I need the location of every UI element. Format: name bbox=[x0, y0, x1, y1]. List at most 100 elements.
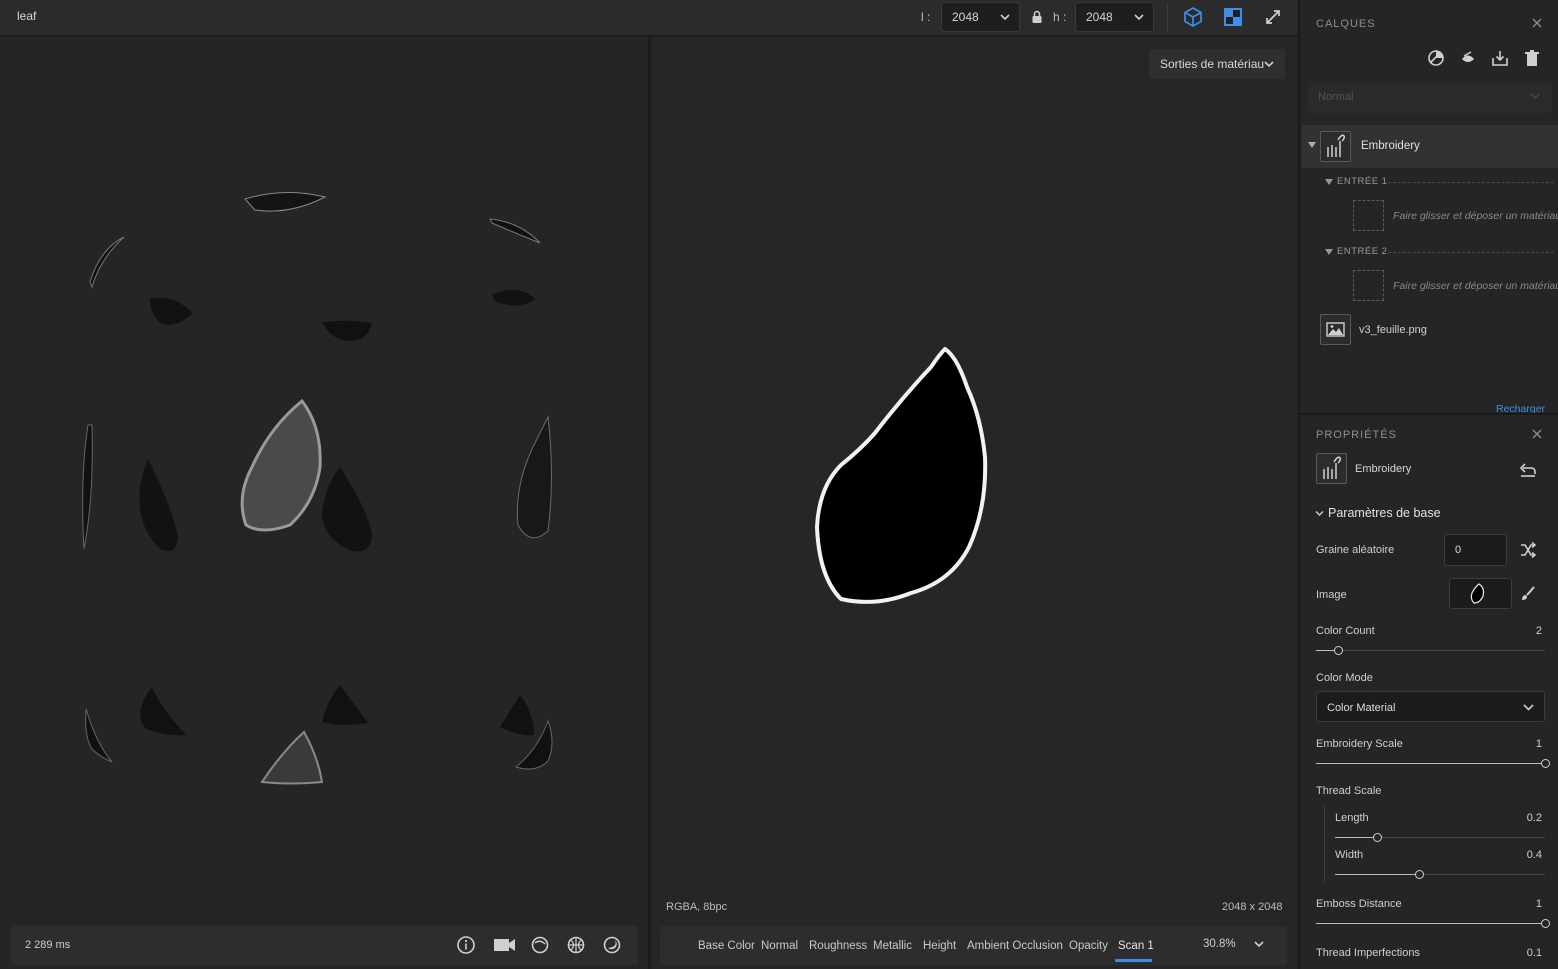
filter-name: Embroidery bbox=[1355, 463, 1412, 475]
image-picker[interactable] bbox=[1449, 578, 1512, 609]
3d-viewport-toolbar: 2 289 ms bbox=[11, 926, 638, 965]
close-icon[interactable] bbox=[1532, 18, 1542, 28]
chevron-down-icon bbox=[1264, 61, 1274, 68]
input-1-dropzone[interactable] bbox=[1353, 200, 1384, 231]
chevron-down-icon bbox=[1523, 704, 1534, 711]
collapse-triangle-icon[interactable] bbox=[1325, 249, 1333, 255]
layer-name: Embroidery bbox=[1361, 140, 1420, 152]
image-resolution: 2048 x 2048 bbox=[1222, 901, 1283, 913]
thread-scale-label: Thread Scale bbox=[1316, 785, 1382, 797]
side-panel: CALQUES Normal Embroidery ENTRÉE 1 Faire… bbox=[1298, 0, 1558, 969]
zoom-level[interactable]: 30.8% bbox=[1203, 938, 1236, 950]
globe-icon[interactable] bbox=[566, 935, 586, 955]
embroidery-scale-label: Embroidery Scale bbox=[1316, 738, 1403, 750]
environment-icon[interactable] bbox=[530, 935, 550, 955]
blend-mode-select[interactable]: Normal bbox=[1308, 81, 1552, 113]
height-select[interactable]: 2048 bbox=[1075, 2, 1154, 32]
image-format: RGBA, 8bpc bbox=[666, 901, 728, 913]
3d-render bbox=[82, 192, 553, 785]
thread-width-label: Width bbox=[1335, 849, 1364, 861]
2d-view-button[interactable] bbox=[1221, 5, 1245, 29]
chevron-down-icon bbox=[1000, 14, 1010, 21]
layers-panel-title: CALQUES bbox=[1316, 18, 1376, 30]
input-1-label: ENTRÉE 1 bbox=[1337, 176, 1388, 187]
color-count-slider[interactable] bbox=[1316, 650, 1545, 651]
chevron-down-icon[interactable] bbox=[1253, 938, 1265, 950]
height-label: h : bbox=[1053, 10, 1067, 24]
active-channel-indicator bbox=[1115, 959, 1152, 962]
thread-length-knob[interactable] bbox=[1372, 833, 1382, 842]
color-mode-select[interactable]: Color Material bbox=[1316, 691, 1545, 722]
color-mode-value: Color Material bbox=[1327, 702, 1396, 714]
document-title: leaf bbox=[17, 9, 37, 23]
mask-icon[interactable] bbox=[1427, 49, 1445, 67]
2d-viewport[interactable] bbox=[651, 37, 1298, 969]
3d-view-button[interactable] bbox=[1181, 5, 1205, 29]
width-label: l : bbox=[921, 10, 931, 24]
section-title[interactable]: Paramètres de base bbox=[1328, 506, 1441, 520]
image-layer-thumbnail[interactable] bbox=[1320, 314, 1351, 345]
panel-divider[interactable] bbox=[1300, 413, 1558, 415]
color-count-label: Color Count bbox=[1316, 625, 1375, 637]
random-seed-value: 0 bbox=[1455, 544, 1462, 556]
image-layer-name[interactable]: v3_feuille.png bbox=[1359, 324, 1427, 336]
fullscreen-button[interactable] bbox=[1261, 5, 1285, 29]
properties-panel-title: PROPRIÉTÉS bbox=[1316, 429, 1397, 441]
channel-normal[interactable]: Normal bbox=[761, 940, 798, 952]
chevron-down-icon bbox=[1530, 93, 1540, 99]
blend-mode-value: Normal bbox=[1318, 91, 1354, 103]
close-icon[interactable] bbox=[1532, 429, 1542, 439]
export-icon[interactable] bbox=[1491, 49, 1509, 67]
checker-icon bbox=[1224, 8, 1242, 26]
channel-base-color[interactable]: Base Color bbox=[698, 940, 755, 952]
emboss-distance-value: 1 bbox=[1535, 898, 1542, 910]
material-outputs-label: Sorties de matériau bbox=[1160, 57, 1265, 71]
color-count-value: 2 bbox=[1535, 625, 1542, 637]
channel-height[interactable]: Height bbox=[923, 940, 956, 952]
input-1-placeholder: Faire glisser et déposer un matériau bbox=[1393, 210, 1558, 222]
input-2-label: ENTRÉE 2 bbox=[1337, 246, 1388, 257]
toolbar-divider bbox=[1167, 4, 1168, 32]
embroidery-scale-value: 1 bbox=[1535, 738, 1542, 750]
thread-width-knob[interactable] bbox=[1414, 870, 1424, 879]
lock-icon[interactable] bbox=[1031, 10, 1043, 24]
reset-icon[interactable] bbox=[1519, 462, 1537, 478]
color-count-knob[interactable] bbox=[1334, 646, 1344, 655]
channel-ambient-occlusion[interactable]: Ambient Occlusion bbox=[967, 940, 1063, 952]
cube-icon bbox=[1184, 7, 1202, 27]
shuffle-icon[interactable] bbox=[1519, 542, 1537, 558]
random-seed-input[interactable]: 0 bbox=[1444, 534, 1507, 566]
channel-opacity[interactable]: Opacity bbox=[1069, 940, 1108, 952]
brush-icon[interactable] bbox=[1520, 585, 1536, 601]
divider bbox=[1388, 252, 1554, 253]
2d-viewport-toolbar: Base Color Normal Roughness Metallic Hei… bbox=[660, 926, 1287, 965]
channel-metallic[interactable]: Metallic bbox=[873, 940, 912, 952]
sphere-icon[interactable] bbox=[602, 935, 622, 955]
chevron-down-icon bbox=[1134, 14, 1144, 21]
color-mode-label: Color Mode bbox=[1316, 672, 1373, 684]
embroidery-icon bbox=[1323, 456, 1342, 479]
width-select[interactable]: 2048 bbox=[941, 2, 1020, 32]
expand-icon bbox=[1266, 10, 1280, 24]
channel-scan-1[interactable]: Scan 1 bbox=[1118, 940, 1154, 952]
emboss-distance-knob[interactable] bbox=[1540, 919, 1550, 928]
group-indent-line bbox=[1324, 805, 1325, 883]
collapse-triangle-icon[interactable] bbox=[1325, 179, 1333, 185]
embroidery-scale-knob[interactable] bbox=[1540, 759, 1550, 768]
camera-icon[interactable] bbox=[493, 935, 517, 955]
fill-layer-icon[interactable] bbox=[1459, 49, 1477, 67]
info-icon[interactable] bbox=[456, 935, 476, 955]
layer-embroidery[interactable]: Embroidery bbox=[1302, 125, 1558, 168]
leaf-thumbnail bbox=[1470, 583, 1485, 604]
image-label: Image bbox=[1316, 589, 1347, 601]
chevron-down-icon[interactable] bbox=[1315, 509, 1324, 518]
channel-roughness[interactable]: Roughness bbox=[809, 940, 867, 952]
thread-imperfections-label: Thread Imperfections bbox=[1316, 947, 1420, 959]
image-icon bbox=[1326, 322, 1345, 337]
emboss-distance-fill bbox=[1316, 923, 1545, 924]
3d-viewport[interactable] bbox=[0, 37, 648, 969]
collapse-triangle-icon[interactable] bbox=[1308, 142, 1316, 148]
trash-icon[interactable] bbox=[1523, 49, 1541, 67]
input-2-dropzone[interactable] bbox=[1353, 270, 1384, 301]
material-outputs-dropdown[interactable]: Sorties de matériau bbox=[1149, 49, 1285, 79]
